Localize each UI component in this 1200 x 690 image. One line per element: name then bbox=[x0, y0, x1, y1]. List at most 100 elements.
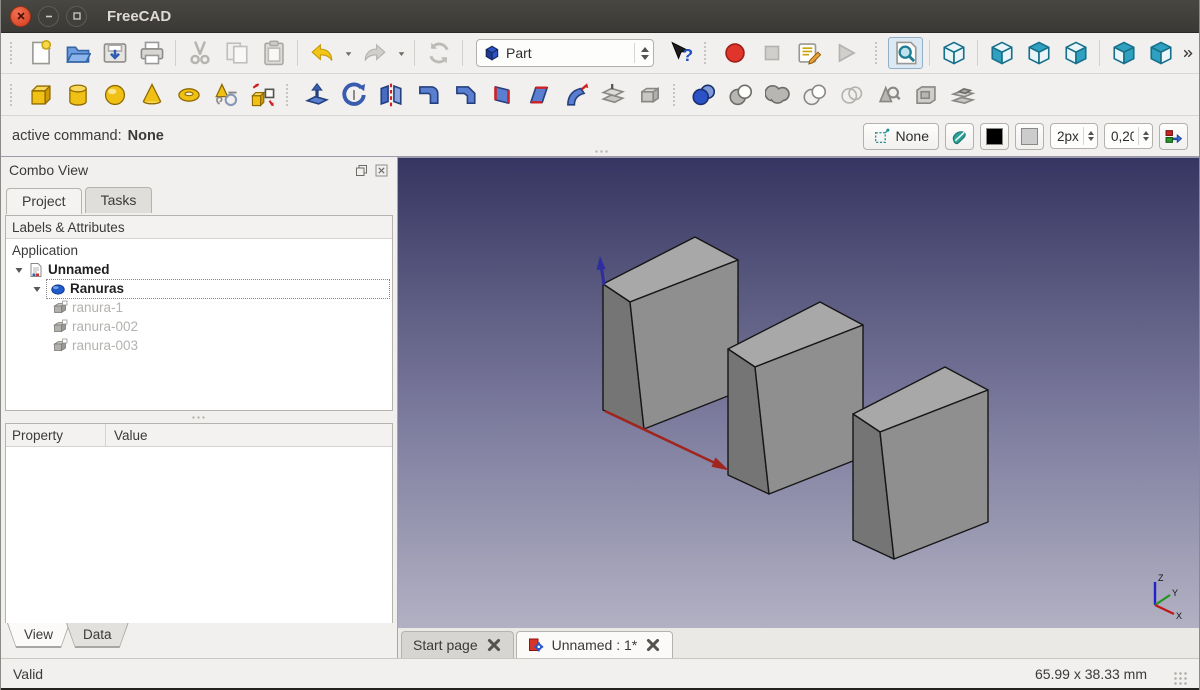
tree-item-ranura-1[interactable]: ranura-1 bbox=[6, 298, 392, 317]
window-close-button[interactable] bbox=[10, 6, 31, 27]
view-left-button[interactable] bbox=[1143, 37, 1178, 69]
view-axonometric-button[interactable] bbox=[936, 37, 971, 69]
boolean-cut-button[interactable] bbox=[723, 79, 758, 111]
save-file-button[interactable] bbox=[97, 37, 132, 69]
view-right-button[interactable] bbox=[1058, 37, 1093, 69]
boolean-section-button[interactable] bbox=[797, 79, 832, 111]
defeaturing-button[interactable] bbox=[908, 79, 943, 111]
sweep-button[interactable] bbox=[558, 79, 593, 111]
part-cube-icon bbox=[52, 300, 68, 316]
macro-play-button[interactable] bbox=[828, 37, 863, 69]
chamfer-button[interactable] bbox=[447, 79, 482, 111]
text-scale-spin-arrows[interactable] bbox=[1138, 127, 1152, 145]
primitive-sphere-button[interactable] bbox=[97, 79, 132, 111]
x-axis-label: X bbox=[1176, 611, 1182, 621]
undo-button[interactable] bbox=[304, 37, 339, 69]
tab-tasks[interactable]: Tasks bbox=[85, 187, 153, 213]
view-top-button[interactable] bbox=[1021, 37, 1056, 69]
3d-viewport[interactable]: Z Y X bbox=[398, 157, 1200, 628]
panel-splitter[interactable] bbox=[1, 411, 397, 423]
toolbar-drag-handle[interactable] bbox=[704, 42, 711, 64]
cross-sections-button[interactable] bbox=[834, 79, 869, 111]
value-column-header[interactable]: Value bbox=[106, 428, 148, 443]
expand-arrow-icon[interactable] bbox=[32, 284, 42, 294]
cut-button[interactable] bbox=[182, 37, 217, 69]
loft-button[interactable] bbox=[521, 79, 556, 111]
tree-item-ranura-003[interactable]: ranura-003 bbox=[6, 336, 392, 355]
tree-item-document[interactable]: Unnamed bbox=[6, 260, 392, 279]
fillet-button[interactable] bbox=[410, 79, 445, 111]
check-geometry-button[interactable] bbox=[871, 79, 906, 111]
tree-item-group[interactable]: Ranuras bbox=[6, 279, 392, 298]
tab-project[interactable]: Project bbox=[6, 188, 82, 214]
resize-grip[interactable] bbox=[1173, 671, 1187, 685]
macro-edit-button[interactable] bbox=[791, 37, 826, 69]
macro-stop-button[interactable] bbox=[754, 37, 789, 69]
paste-button[interactable] bbox=[256, 37, 291, 69]
close-panel-button[interactable] bbox=[374, 163, 389, 178]
toolbar-drag-handle[interactable] bbox=[10, 84, 17, 106]
close-tab-icon[interactable] bbox=[486, 637, 502, 653]
workbench-selector[interactable]: Part bbox=[476, 39, 654, 67]
create-primitives-button[interactable] bbox=[208, 79, 243, 111]
redo-menu-button[interactable] bbox=[394, 37, 408, 69]
window-minimize-button[interactable] bbox=[38, 6, 59, 27]
expand-arrow-icon[interactable] bbox=[14, 265, 24, 275]
selected-item-box[interactable]: Ranuras bbox=[46, 279, 390, 299]
thickness-button[interactable] bbox=[632, 79, 667, 111]
float-panel-button[interactable] bbox=[354, 163, 369, 178]
window-maximize-icon bbox=[72, 11, 82, 21]
whats-this-button[interactable]: ? bbox=[663, 37, 698, 69]
autogroup-button[interactable]: None bbox=[863, 123, 939, 150]
splitter-handle[interactable] bbox=[594, 149, 610, 154]
tab-data[interactable]: Data bbox=[66, 623, 129, 648]
ruled-surface-button[interactable] bbox=[484, 79, 519, 111]
property-column-header[interactable]: Property bbox=[6, 424, 106, 446]
tree-item-ranura-002[interactable]: ranura-002 bbox=[6, 317, 392, 336]
revolve-button[interactable] bbox=[336, 79, 371, 111]
view-front-button[interactable] bbox=[984, 37, 1019, 69]
redo-button[interactable] bbox=[357, 37, 392, 69]
extrude-button[interactable] bbox=[299, 79, 334, 111]
open-file-button[interactable] bbox=[60, 37, 95, 69]
face-color-button[interactable] bbox=[1015, 123, 1044, 150]
tree-item-application[interactable]: Application bbox=[6, 241, 392, 260]
mirror-button[interactable] bbox=[373, 79, 408, 111]
tab-view[interactable]: View bbox=[7, 623, 70, 648]
view-rear-button[interactable] bbox=[1106, 37, 1141, 69]
paste-icon bbox=[261, 40, 287, 66]
print-button[interactable] bbox=[134, 37, 169, 69]
boolean-common-button[interactable] bbox=[760, 79, 795, 111]
copy-button[interactable] bbox=[219, 37, 254, 69]
primitive-box-button[interactable] bbox=[23, 79, 58, 111]
combo-spin-arrows[interactable] bbox=[634, 43, 649, 63]
shape-builder-button[interactable] bbox=[245, 79, 280, 111]
offset-button[interactable] bbox=[595, 79, 630, 111]
toolbar-overflow-button[interactable] bbox=[1180, 37, 1194, 69]
line-width-spin-arrows[interactable] bbox=[1083, 127, 1097, 145]
apply-style-button[interactable] bbox=[1159, 123, 1188, 150]
tab-unnamed-document[interactable]: Unnamed : 1* bbox=[516, 631, 674, 658]
primitive-torus-button[interactable] bbox=[171, 79, 206, 111]
fit-all-button[interactable] bbox=[888, 37, 923, 69]
primitive-cone-button[interactable] bbox=[134, 79, 169, 111]
macro-record-button[interactable] bbox=[717, 37, 752, 69]
undo-menu-button[interactable] bbox=[341, 37, 355, 69]
combo-view-title: Combo View bbox=[9, 162, 349, 178]
tab-start-page[interactable]: Start page bbox=[401, 631, 514, 658]
text-scale-spinbox[interactable]: 0,20 bbox=[1104, 123, 1153, 149]
toolbar-drag-handle[interactable] bbox=[286, 84, 293, 106]
toolbar-drag-handle[interactable] bbox=[875, 42, 882, 64]
close-tab-icon[interactable] bbox=[645, 637, 661, 653]
boolean-union-button[interactable] bbox=[686, 79, 721, 111]
toolbar-drag-handle[interactable] bbox=[10, 42, 17, 64]
window-maximize-button[interactable] bbox=[66, 6, 87, 27]
refresh-button[interactable] bbox=[421, 37, 456, 69]
line-color-button[interactable] bbox=[980, 123, 1009, 150]
toolbar-drag-handle[interactable] bbox=[673, 84, 680, 106]
snap-toggle-button[interactable] bbox=[945, 123, 974, 150]
new-file-button[interactable] bbox=[23, 37, 58, 69]
line-width-spinbox[interactable]: 2px bbox=[1050, 123, 1098, 149]
slice-button[interactable] bbox=[945, 79, 980, 111]
primitive-cylinder-button[interactable] bbox=[60, 79, 95, 111]
